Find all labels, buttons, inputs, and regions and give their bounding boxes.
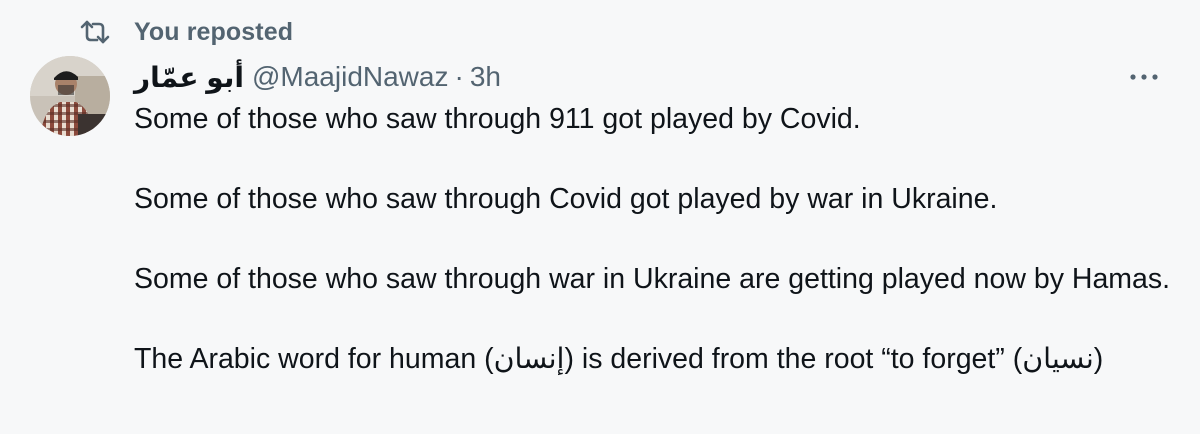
tweet-paragraph: Some of those who saw through war in Ukr…: [134, 263, 1171, 295]
tweet-paragraph: Some of those who saw through Covid got …: [134, 183, 998, 215]
tweet-paragraph: The Arabic word for human (إنسان) is der…: [134, 343, 1104, 375]
more-options-icon: [1128, 68, 1160, 86]
more-options-button[interactable]: [1122, 58, 1166, 96]
tweet-text: Some of those who saw through 911 got pl…: [134, 99, 1174, 379]
tweet-paragraph: Some of those who saw through 911 got pl…: [134, 103, 861, 135]
repost-label: You reposted: [134, 17, 294, 46]
tweet-header: أبو عمّار @MaajidNawaz · 3h: [134, 58, 501, 96]
tweet-timestamp[interactable]: 3h: [470, 61, 501, 93]
repost-indicator: You reposted: [78, 14, 293, 50]
tweet-card[interactable]: You reposted أبو عمّار @MaajidNawaz · 3h…: [0, 0, 1200, 434]
author-display-name[interactable]: أبو عمّار: [134, 61, 244, 94]
author-handle[interactable]: @MaajidNawaz: [252, 61, 449, 93]
separator-dot: ·: [454, 61, 464, 92]
user-avatar[interactable]: [30, 56, 110, 136]
repost-icon: [78, 15, 112, 49]
